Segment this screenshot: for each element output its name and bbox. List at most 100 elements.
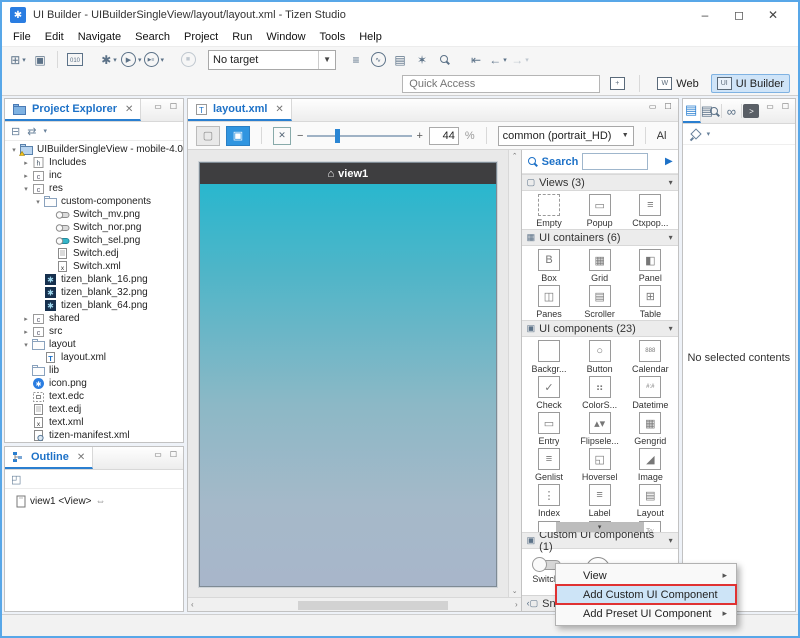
tree-item[interactable]: tizen-manifest.xml <box>7 429 183 442</box>
outline-tab[interactable]: Outline ✕ <box>5 447 93 469</box>
tree-item[interactable]: text.edc <box>7 390 183 403</box>
tree-item[interactable]: Switch_nor.png <box>7 221 183 234</box>
scroll-right-icon[interactable]: › <box>515 600 518 609</box>
expander-icon[interactable]: ▾ <box>9 146 19 154</box>
search-go-icon[interactable]: ▶ <box>665 156 673 167</box>
package-manager-button[interactable]: ▤ <box>390 50 410 70</box>
section-header-ui[interactable]: ▦UI containers (6)▾ <box>522 229 678 246</box>
view1-preview[interactable]: ⌂ view1 <box>199 162 497 587</box>
expander-icon[interactable]: ▾ <box>21 185 31 193</box>
palette-item-button[interactable]: ○Button <box>574 340 625 374</box>
scroll-down-icon[interactable]: ⌄ <box>512 587 518 595</box>
view1-body[interactable] <box>200 184 496 586</box>
tree-item[interactable]: ▾cres <box>7 182 183 195</box>
target-combo[interactable]: No target▼ <box>208 50 336 70</box>
minimize-panel-icon[interactable]: ▭ <box>154 450 162 459</box>
palette-item-check[interactable]: ✓Check <box>524 376 575 410</box>
project-explorer-tab[interactable]: Project Explorer ✕ <box>5 99 141 121</box>
minimize-panel-icon[interactable]: ▭ <box>766 102 774 111</box>
palette-item-layout[interactable]: ▤Layout <box>625 484 676 518</box>
palette-item-box[interactable]: BBox <box>524 249 575 283</box>
maximize-panel-icon[interactable]: ☐ <box>170 102 177 111</box>
link-with-editor-icon[interactable]: ⇄ <box>27 125 36 138</box>
collapse-all-icon[interactable]: ⊟ <box>11 125 20 138</box>
save-all-button[interactable]: ▣ <box>30 50 50 70</box>
tree-item[interactable]: ▾layout <box>7 338 183 351</box>
canvas-vertical-scrollbar[interactable]: ⌃ ⌄ <box>508 150 521 597</box>
emulator-manager-button[interactable]: ≡ <box>346 50 366 70</box>
design-view-toggle[interactable]: ▣ <box>226 126 250 146</box>
menu-window[interactable]: Window <box>259 30 312 44</box>
close-button[interactable]: ✕ <box>756 4 790 26</box>
tab-properties[interactable]: ▤ <box>683 99 701 123</box>
palette-item-index[interactable]: ⋮Index <box>524 484 575 518</box>
maximize-panel-icon[interactable]: ☐ <box>782 102 789 111</box>
canvas-horizontal-scrollbar[interactable]: ‹ › <box>188 597 521 611</box>
tree-item[interactable]: ✱tizen_blank_64.png <box>7 299 183 312</box>
tree-item[interactable]: ▾custom-components <box>7 195 183 208</box>
palette-item-image[interactable]: ◢Image <box>625 448 676 482</box>
tree-item[interactable]: ✱icon.png <box>7 377 183 390</box>
close-icon[interactable]: ✕ <box>275 104 283 115</box>
menu-run[interactable]: Run <box>225 30 259 44</box>
palette-item-label[interactable]: ≡Label <box>574 484 625 518</box>
dropdown-caret-icon[interactable]: ▾ <box>113 56 117 64</box>
design-canvas[interactable]: ⌂ view1 <box>188 150 508 597</box>
section-header-custom[interactable]: ▣Custom UI components (1)▾ <box>522 532 678 549</box>
zoom-out-icon[interactable]: − <box>297 130 303 142</box>
tab-console[interactable]: > <box>743 99 761 123</box>
palette-item-popup[interactable]: ▭Popup <box>574 194 625 228</box>
palette-item-ctxpop[interactable]: ≡Ctxpop... <box>625 194 676 228</box>
context-menu-item-add-custom-ui-component[interactable]: Add Custom UI Component <box>556 585 736 604</box>
tree-item[interactable]: ▸hIncludes <box>7 156 183 169</box>
dropdown-caret-icon[interactable]: ▾ <box>503 56 507 64</box>
maximize-button[interactable]: ◻ <box>722 4 756 26</box>
expander-icon[interactable]: ▸ <box>21 172 31 180</box>
menu-edit[interactable]: Edit <box>38 30 71 44</box>
last-edit-location-button[interactable]: ⇤ <box>466 50 486 70</box>
tab-preview[interactable]: ▤ <box>701 99 720 123</box>
minimize-panel-icon[interactable]: ▭ <box>154 102 162 111</box>
tree-item[interactable]: xtext.xml <box>7 416 183 429</box>
zoom-in-icon[interactable]: + <box>416 130 422 142</box>
dropdown-caret-icon[interactable]: ▾ <box>22 56 26 64</box>
palette-item-calendar[interactable]: 888Calendar <box>625 340 676 374</box>
dropdown-caret-icon[interactable]: ▾ <box>138 56 142 64</box>
scrollbar-thumb[interactable] <box>298 601 448 610</box>
back-button[interactable]: ←▾ <box>488 50 508 70</box>
tree-item[interactable]: ▸cshared <box>7 312 183 325</box>
outline-view1-item[interactable]: view1 <View> ⇔ <box>5 489 183 508</box>
tree-item[interactable]: Tlayout.xml <box>7 351 183 364</box>
menu-project[interactable]: Project <box>177 30 225 44</box>
fit-to-screen-button[interactable]: ✕ <box>273 127 291 145</box>
expander-icon[interactable]: ▸ <box>21 159 31 167</box>
palette-item-empty[interactable]: Empty <box>524 194 575 228</box>
view-menu-icon[interactable]: ▾ <box>43 127 47 135</box>
build-binary-button[interactable]: 010 <box>65 50 85 70</box>
dropdown-caret-icon[interactable]: ▾ <box>161 56 165 64</box>
open-perspective-button[interactable]: + <box>607 74 627 94</box>
tree-item[interactable]: Switch.edj <box>7 247 183 260</box>
minimize-panel-icon[interactable]: ▭ <box>649 102 657 111</box>
zoom-value-field[interactable]: 44 <box>429 127 459 145</box>
minimize-button[interactable]: – <box>688 4 722 26</box>
zoom-slider-thumb[interactable] <box>335 129 340 143</box>
menu-search[interactable]: Search <box>128 30 177 44</box>
scroll-up-icon[interactable]: ⌃ <box>512 152 518 160</box>
menu-navigate[interactable]: Navigate <box>71 30 128 44</box>
expander-icon[interactable]: ▸ <box>21 328 31 336</box>
palette-item-hoversel[interactable]: ◱Hoversel <box>574 448 625 482</box>
palette-search-input[interactable] <box>582 153 648 170</box>
maximize-panel-icon[interactable]: ☐ <box>664 102 671 111</box>
collapse-section-icon[interactable]: ▾ <box>669 233 673 242</box>
filter-combo-truncated[interactable]: Al <box>657 130 670 142</box>
stop-button[interactable]: ■ <box>178 50 198 70</box>
add-view-icon[interactable]: ◰ <box>11 473 21 486</box>
palette-item-gengrid[interactable]: ▦Gengrid <box>625 412 676 446</box>
tree-item[interactable]: ✱tizen_blank_16.png <box>7 273 183 286</box>
tree-item[interactable]: xSwitch.xml <box>7 260 183 273</box>
palette-item-backgr[interactable]: Backgr... <box>524 340 575 374</box>
explore-connected-device-button[interactable] <box>434 50 454 70</box>
palette-item-genlist[interactable]: ≡Genlist <box>524 448 575 482</box>
palette-item-flipsele[interactable]: ▴▾Flipsele... <box>574 412 625 446</box>
